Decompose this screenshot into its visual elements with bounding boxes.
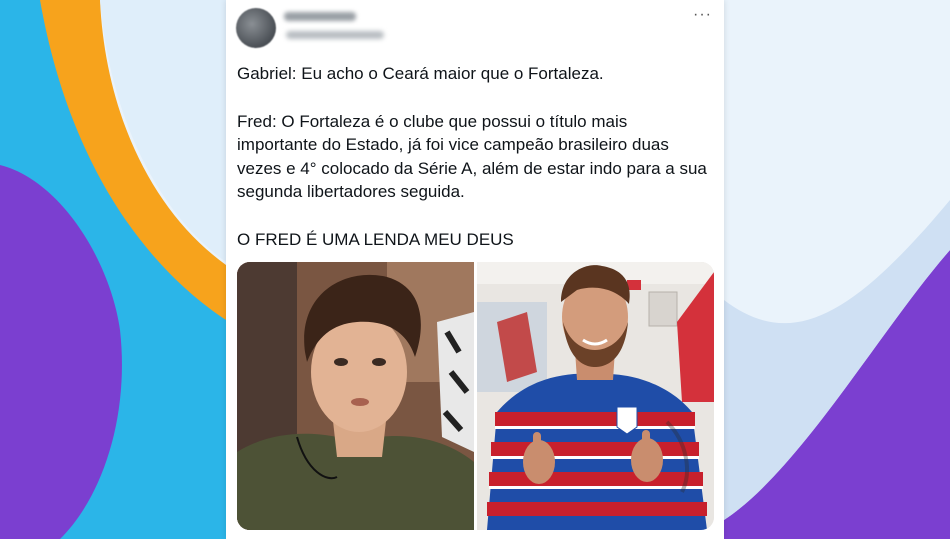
author-name-redacted [284,12,356,21]
tweet-media[interactable] [237,262,714,530]
avatar[interactable] [236,8,276,48]
tweet-card: ··· Gabriel: Eu acho o Ceará maior que o… [226,0,724,539]
photo-gabriel[interactable] [237,262,474,530]
more-horizontal-icon[interactable]: ··· [693,6,712,24]
tweet-paragraph: Gabriel: Eu acho o Ceará maior que o For… [237,64,604,83]
tweet-text: Gabriel: Eu acho o Ceará maior que o For… [237,62,707,251]
photo-fred[interactable] [477,262,714,530]
photo-fred-illustration [477,262,714,530]
author-handle-redacted [286,31,384,39]
tweet-paragraph: O FRED É UMA LENDA MEU DEUS [237,229,514,249]
photo-gabriel-illustration [237,262,474,530]
tweet-paragraph: Fred: O Fortaleza é o clube que possui o… [237,111,707,202]
